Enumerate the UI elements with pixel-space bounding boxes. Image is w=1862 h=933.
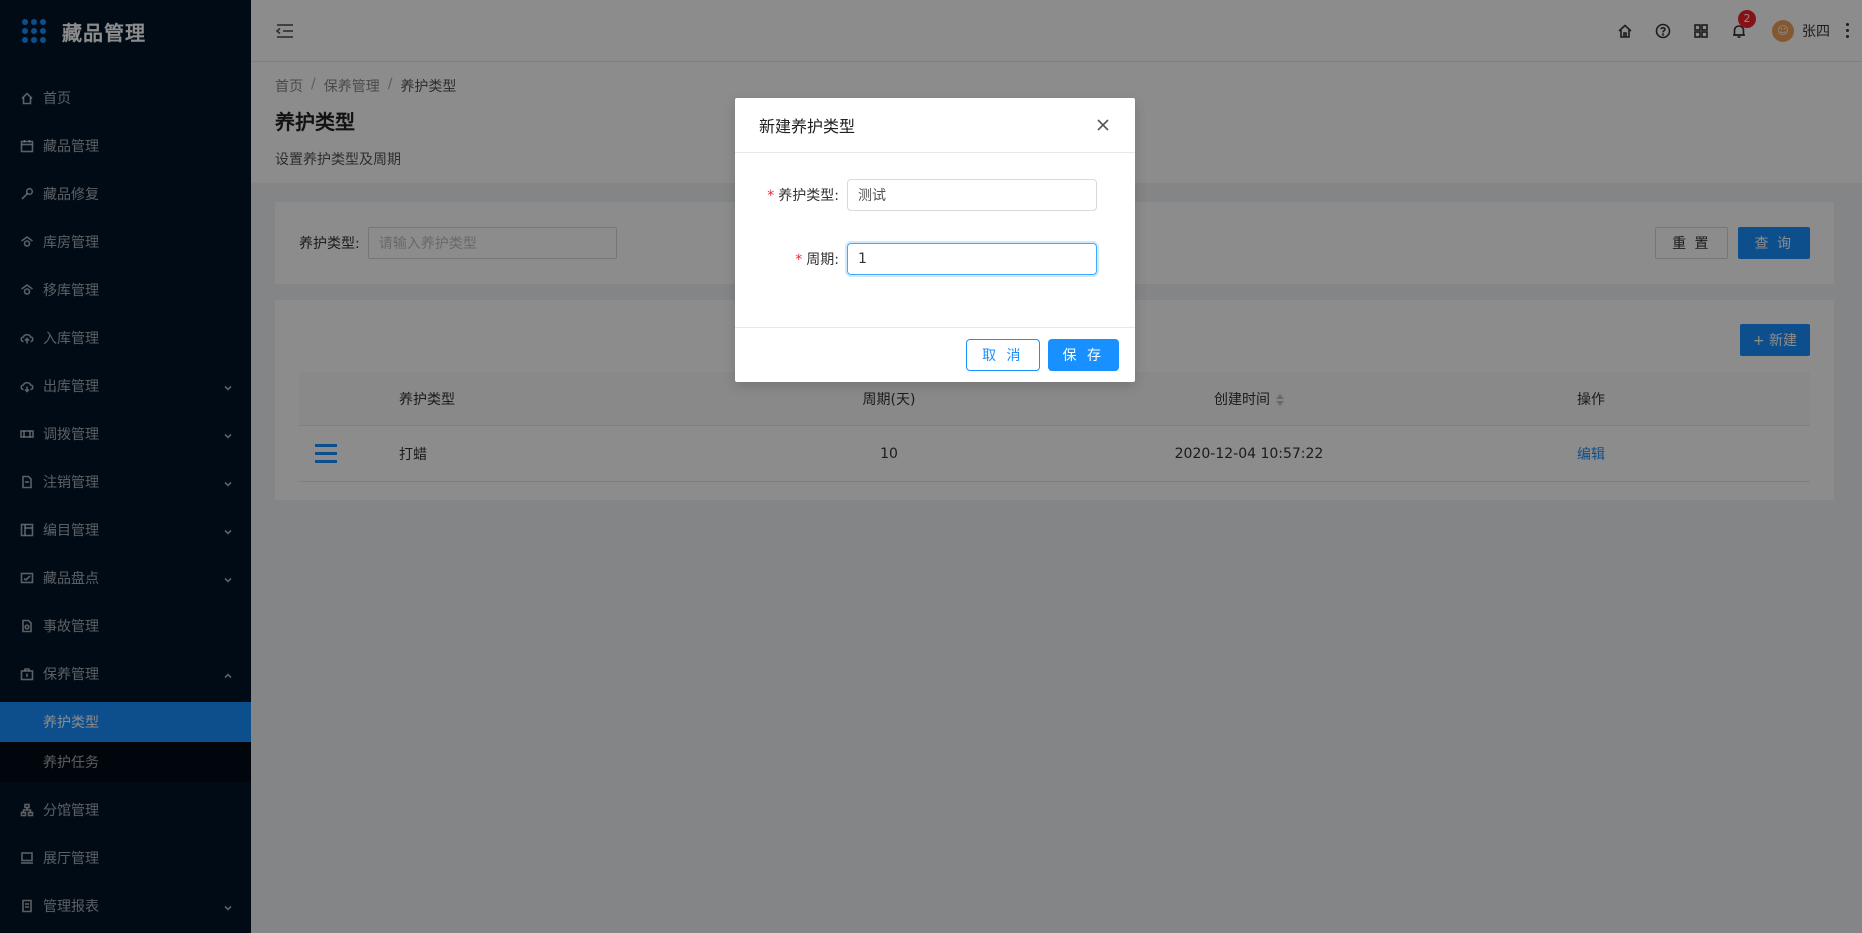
- modal-form: * 养护类型: 测试 * 周期: 1: [735, 153, 1135, 327]
- save-button[interactable]: 保 存: [1047, 339, 1119, 371]
- type-field[interactable]: 测试: [847, 179, 1097, 211]
- period-field-label: * 周期:: [795, 252, 839, 268]
- type-field-label: * 养护类型:: [767, 188, 839, 204]
- period-field[interactable]: 1: [847, 243, 1097, 275]
- required-mark: *: [795, 252, 803, 268]
- close-icon[interactable]: [1095, 117, 1111, 133]
- required-mark: *: [767, 188, 775, 204]
- cancel-button[interactable]: 取 消: [966, 339, 1040, 371]
- modal-title: 新建养护类型: [759, 117, 856, 136]
- new-maintenance-type-modal: 新建养护类型 * 养护类型: 测试 * 周期: 1 取 消 保 存: [735, 98, 1135, 382]
